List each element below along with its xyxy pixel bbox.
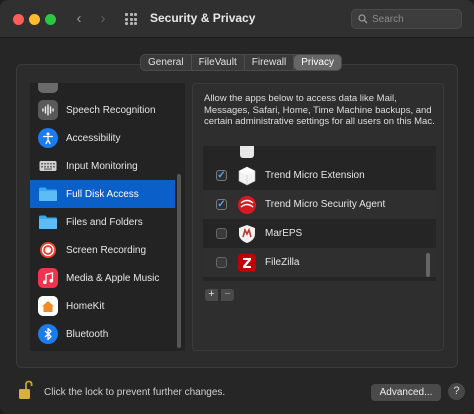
tab-filevault[interactable]: FileVault <box>192 55 245 70</box>
add-app-button[interactable]: + <box>205 289 218 301</box>
zoom-button[interactable] <box>45 14 56 25</box>
tab-bar: General FileVault Firewall Privacy <box>140 54 342 71</box>
sidebar-item-label: Input Monitoring <box>66 160 138 172</box>
sidebar-item-full-disk-access[interactable]: Full Disk Access <box>30 180 175 208</box>
folder-icon <box>38 184 58 204</box>
sidebar-item-partial[interactable] <box>30 83 175 97</box>
app-label: Trend Micro Security Agent <box>265 199 386 210</box>
app-label: MarEPS <box>265 228 303 239</box>
tab-privacy[interactable]: Privacy <box>294 55 341 70</box>
list-item-mareps[interactable]: MarEPS <box>203 219 436 248</box>
sidebar-item-media-apple-music[interactable]: Media & Apple Music <box>30 264 175 292</box>
checkbox[interactable]: ✓ <box>216 170 227 181</box>
app-label: FileZilla <box>265 257 300 268</box>
partial-app-icon <box>237 146 257 161</box>
partial-icon <box>38 83 58 93</box>
sidebar-item-label: Accessibility <box>66 132 121 144</box>
sidebar-item-accessibility[interactable]: Accessibility <box>30 124 175 152</box>
search-field[interactable] <box>351 9 462 29</box>
list-item-filezilla[interactable]: FileZilla <box>203 248 436 277</box>
keyboard-icon <box>38 156 58 176</box>
help-button[interactable]: ? <box>448 383 465 400</box>
folder-icon <box>38 212 58 232</box>
checkbox[interactable] <box>216 228 227 239</box>
list-item-trend-micro-extension[interactable]: ✓ Trend Micro Extension <box>203 161 436 190</box>
title-bar: ‹ › Security & Privacy <box>0 0 474 38</box>
app-list[interactable]: ✓ Trend Micro Extension ✓ Trend Micro Se… <box>203 146 436 281</box>
sidebar-item-label: HomeKit <box>66 300 105 312</box>
show-all-grid-icon[interactable] <box>125 13 137 25</box>
checkbox[interactable] <box>216 257 227 268</box>
waveform-icon <box>38 100 58 120</box>
sidebar-item-screen-recording[interactable]: Screen Recording <box>30 236 175 264</box>
minimize-button[interactable] <box>29 14 40 25</box>
app-list-scrollbar[interactable] <box>426 253 430 277</box>
sidebar-item-files-and-folders[interactable]: Files and Folders <box>30 208 175 236</box>
accessibility-icon <box>38 128 58 148</box>
sidebar-item-label: Files and Folders <box>66 216 143 228</box>
window-title: Security & Privacy <box>150 11 256 25</box>
privacy-category-list[interactable]: Speech Recognition Accessibility Input M… <box>30 83 185 351</box>
trend-micro-agent-icon <box>237 195 257 215</box>
panel-description: Allow the apps below to access data like… <box>204 93 435 127</box>
sidebar-item-label: Media & Apple Music <box>66 272 160 284</box>
sidebar-item-bluetooth[interactable]: Bluetooth <box>30 320 175 348</box>
checkbox[interactable]: ✓ <box>216 199 227 210</box>
filezilla-icon <box>237 253 257 273</box>
music-icon <box>38 268 58 288</box>
list-item-trend-micro-security-agent[interactable]: ✓ Trend Micro Security Agent <box>203 190 436 219</box>
advanced-button[interactable]: Advanced... <box>371 384 441 401</box>
tab-firewall[interactable]: Firewall <box>245 55 295 70</box>
sidebar-item-label: Bluetooth <box>66 328 109 340</box>
search-input[interactable] <box>372 12 457 26</box>
sidebar-scrollbar[interactable] <box>177 174 181 348</box>
remove-app-button[interactable]: − <box>221 289 234 301</box>
tab-general[interactable]: General <box>141 55 192 70</box>
trend-micro-extension-icon <box>237 166 257 186</box>
system-preferences-window: ‹ › Security & Privacy General FileVault… <box>0 0 474 414</box>
bluetooth-icon <box>38 324 58 344</box>
sidebar-item-label: Speech Recognition <box>66 104 156 116</box>
sidebar-item-speech-recognition[interactable]: Speech Recognition <box>30 96 175 124</box>
home-icon <box>38 296 58 316</box>
search-icon <box>358 14 368 24</box>
sidebar-item-input-monitoring[interactable]: Input Monitoring <box>30 152 175 180</box>
sidebar-item-label: Screen Recording <box>66 244 147 256</box>
sidebar-item-label: Full Disk Access <box>66 188 139 200</box>
lock-instruction: Click the lock to prevent further change… <box>44 387 226 398</box>
mareps-icon <box>237 224 257 244</box>
unlocked-padlock-icon[interactable] <box>18 380 34 400</box>
sidebar-item-homekit[interactable]: HomeKit <box>30 292 175 320</box>
forward-chevron-icon[interactable]: › <box>94 10 112 28</box>
close-button[interactable] <box>13 14 24 25</box>
record-icon <box>38 240 58 260</box>
back-chevron-icon[interactable]: ‹ <box>70 10 88 28</box>
app-label: Trend Micro Extension <box>265 170 365 181</box>
